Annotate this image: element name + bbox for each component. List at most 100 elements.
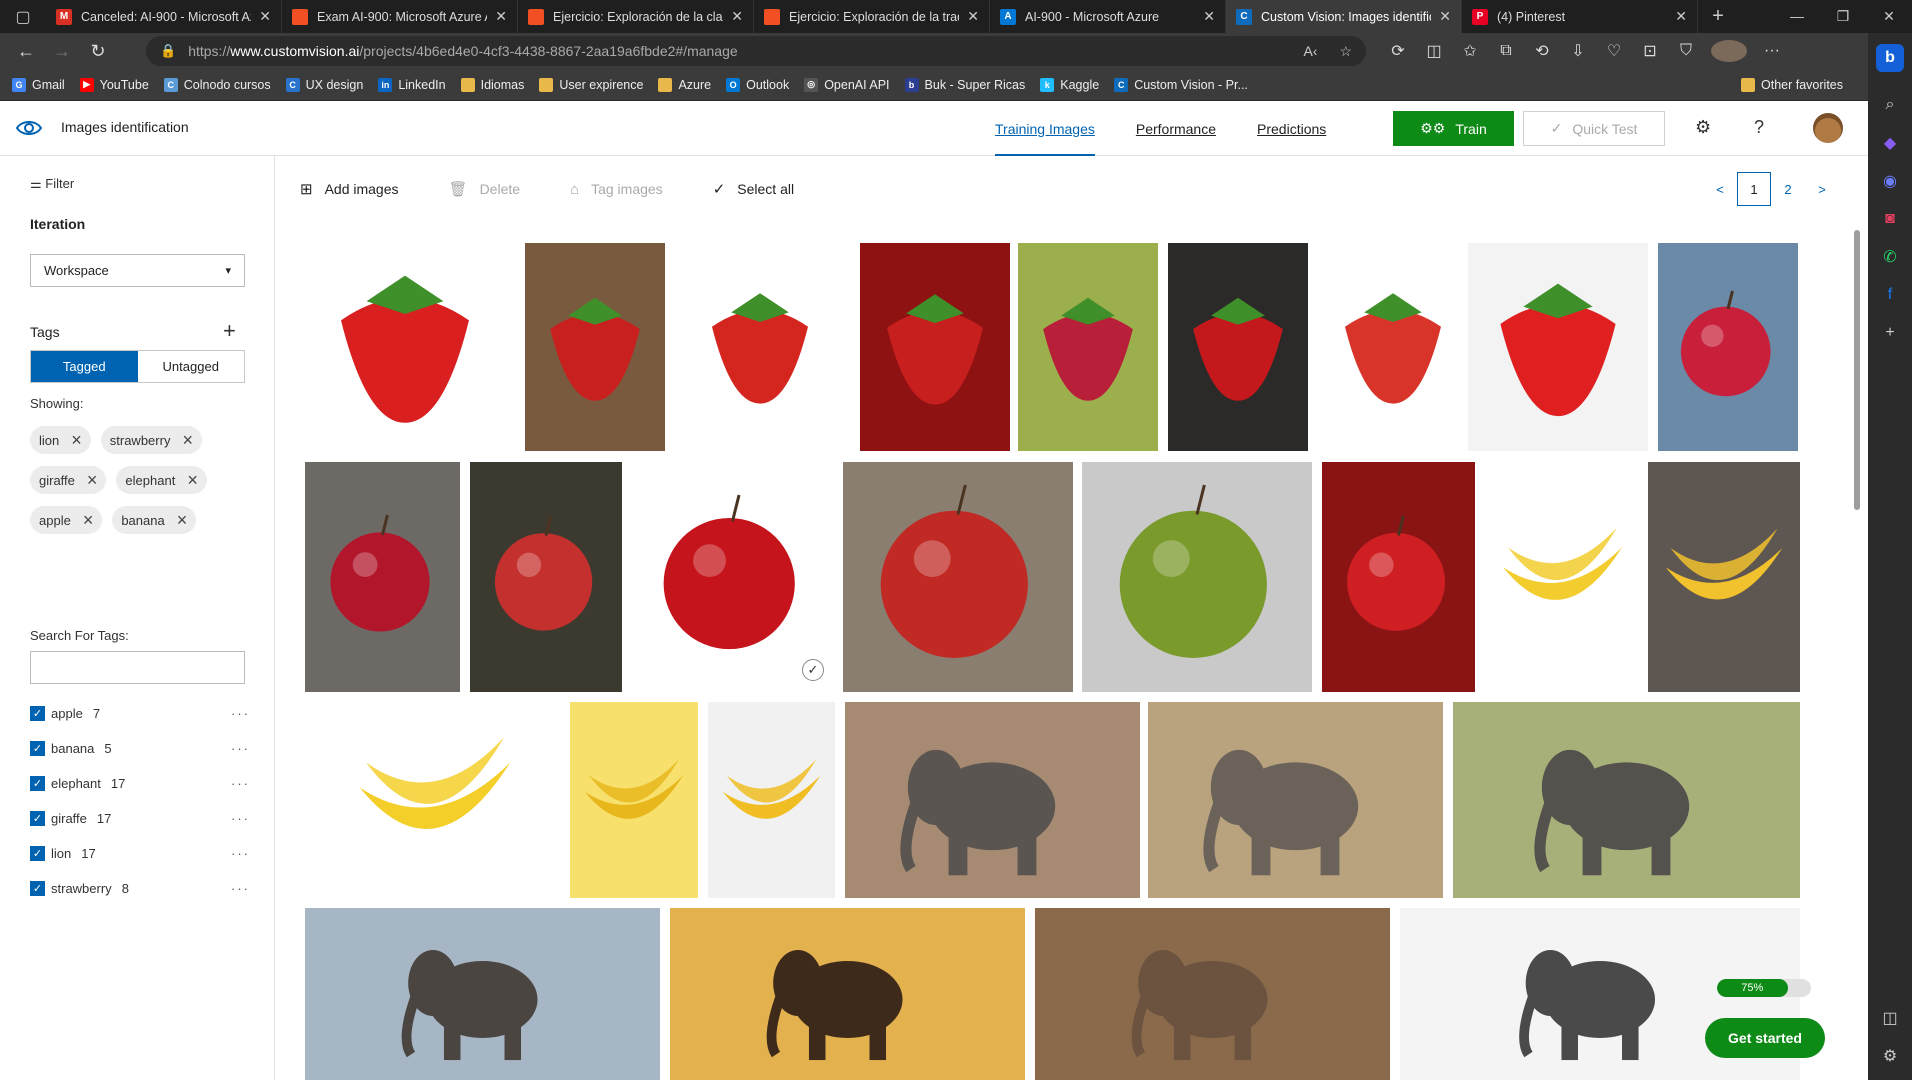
get-started-button[interactable]: Get started	[1705, 1018, 1825, 1058]
bookmark-item[interactable]: Idiomas	[460, 77, 524, 92]
extensions-icon[interactable]: ⟳	[1380, 41, 1416, 61]
browser-tab[interactable]: P (4) Pinterest ✕	[1462, 0, 1698, 33]
back-icon[interactable]: ←	[8, 41, 44, 62]
bookmark-other-favorites[interactable]: Other favorites	[1741, 77, 1843, 92]
close-window-icon[interactable]: ✕	[1866, 8, 1912, 25]
browser-tab[interactable]: Ejercicio: Exploración de la clasif ✕	[518, 0, 754, 33]
profile-avatar[interactable]	[1711, 40, 1747, 62]
minimize-icon[interactable]: —	[1774, 8, 1820, 25]
remove-tag-icon[interactable]: ×	[71, 430, 82, 451]
facebook-icon[interactable]: f	[1876, 281, 1904, 309]
page-button[interactable]: 2	[1771, 172, 1805, 206]
sidebar-add-icon[interactable]: +	[1876, 319, 1904, 347]
help-icon[interactable]: ?	[1754, 117, 1764, 138]
image-thumbnail-apple[interactable]	[305, 462, 460, 692]
tag-checkbox[interactable]: ✓	[30, 741, 45, 756]
select-all-button[interactable]: ✓ Select all	[713, 180, 794, 198]
image-thumbnail-strawberry[interactable]	[1468, 243, 1648, 451]
remove-tag-icon[interactable]: ×	[187, 470, 198, 491]
more-options-icon[interactable]: ···	[231, 706, 250, 721]
tag-row[interactable]: ✓ giraffe 17 ···	[30, 801, 250, 836]
remove-tag-icon[interactable]: ×	[83, 510, 94, 531]
image-thumbnail-apple[interactable]	[1658, 243, 1798, 451]
image-thumbnail-strawberry[interactable]	[1318, 241, 1468, 451]
tag-checkbox[interactable]: ✓	[30, 776, 45, 791]
tag-row[interactable]: ✓ elephant 17 ···	[30, 766, 250, 801]
page-button[interactable]: 1	[1737, 172, 1771, 206]
close-tab-icon[interactable]: ✕	[495, 8, 507, 25]
tab-actions-icon[interactable]: ▢	[0, 0, 46, 33]
new-tab-button[interactable]: +	[1698, 5, 1738, 28]
image-thumbnail-elephant[interactable]	[670, 908, 1025, 1080]
image-thumbnail-strawberry[interactable]	[1018, 243, 1158, 451]
image-thumbnail-elephant[interactable]	[845, 702, 1140, 898]
previous-page-button[interactable]: <	[1703, 172, 1737, 206]
tag-row[interactable]: ✓ apple 7 ···	[30, 696, 250, 731]
refresh-icon[interactable]: ↻	[80, 41, 116, 62]
nav-link-training-images[interactable]: Training Images	[995, 101, 1095, 156]
browser-tab[interactable]: A AI-900 - Microsoft Azure ✕	[990, 0, 1226, 33]
tag-row[interactable]: ✓ strawberry 8 ···	[30, 871, 250, 906]
more-options-icon[interactable]: ···	[231, 881, 250, 896]
remove-tag-icon[interactable]: ×	[177, 510, 188, 531]
image-thumbnail-apple[interactable]	[843, 462, 1073, 692]
tag-row[interactable]: ✓ lion 17 ···	[30, 836, 250, 871]
tag-checkbox[interactable]: ✓	[30, 881, 45, 896]
browser-tab[interactable]: Exam AI-900: Microsoft Azure AI ✕	[282, 0, 518, 33]
bookmark-item[interactable]: C Custom Vision - Pr...	[1114, 77, 1248, 92]
browser-tab[interactable]: M Canceled: AI-900 - Microsoft Azu ✕	[46, 0, 282, 33]
settings-gear-icon[interactable]: ⚙	[1695, 117, 1711, 138]
image-thumbnail-banana[interactable]	[1485, 462, 1640, 692]
tagged-tab[interactable]: Tagged	[31, 351, 138, 382]
quick-test-button[interactable]: ✓ Quick Test	[1523, 111, 1665, 146]
nav-link-performance[interactable]: Performance	[1136, 101, 1216, 156]
add-tag-icon[interactable]: +	[223, 318, 236, 344]
train-button[interactable]: ⚙⚙ Train	[1393, 111, 1514, 146]
image-thumbnail-strawberry[interactable]	[1168, 243, 1308, 451]
bookmark-item[interactable]: ◎ OpenAI API	[804, 77, 890, 92]
image-thumbnail-apple[interactable]: ✓	[630, 462, 835, 692]
forward-icon[interactable]: →	[44, 41, 80, 62]
image-thumbnail-strawberry[interactable]	[685, 241, 835, 451]
more-options-icon[interactable]: ···	[231, 741, 250, 756]
favorite-star-icon[interactable]: ☆	[1339, 43, 1352, 60]
address-bar[interactable]: 🔒 https://www.customvision.ai/projects/4…	[146, 36, 1366, 66]
url-text[interactable]: https://www.customvision.ai/projects/4b6…	[188, 43, 737, 59]
bing-copilot-icon[interactable]: b	[1876, 44, 1904, 72]
image-thumbnail-apple[interactable]	[1082, 462, 1312, 692]
whatsapp-icon[interactable]: ✆	[1876, 243, 1904, 271]
iteration-select[interactable]: Workspace ▾	[30, 254, 245, 287]
tag-images-button[interactable]: ⌂ Tag images	[570, 181, 663, 198]
add-images-button[interactable]: ⊞ Add images	[300, 180, 399, 198]
tag-checkbox[interactable]: ✓	[30, 706, 45, 721]
custom-vision-logo-icon[interactable]	[14, 115, 44, 141]
close-tab-icon[interactable]: ✕	[1203, 8, 1215, 25]
sidebar-search-icon[interactable]: ⌕	[1876, 91, 1904, 119]
downloads-icon[interactable]: ⇩	[1560, 41, 1596, 61]
tag-row[interactable]: ✓ banana 5 ···	[30, 731, 250, 766]
instagram-icon[interactable]: ◙	[1876, 205, 1904, 233]
bookmark-item[interactable]: User expirence	[539, 77, 643, 92]
close-tab-icon[interactable]: ✕	[1439, 8, 1451, 25]
collections-icon[interactable]: ⧉	[1488, 42, 1524, 60]
bookmark-item[interactable]: in LinkedIn	[378, 77, 446, 92]
image-thumbnail-banana[interactable]	[305, 702, 565, 898]
image-thumbnail-banana[interactable]	[708, 702, 835, 898]
selected-checkmark-icon[interactable]: ✓	[802, 659, 824, 681]
performance-icon[interactable]: ♡	[1596, 41, 1632, 61]
history-icon[interactable]: ⟲	[1524, 41, 1560, 61]
image-thumbnail-strawberry[interactable]	[305, 241, 505, 451]
split-screen-icon[interactable]: ◫	[1416, 41, 1452, 61]
delete-button[interactable]: 🗑 Delete	[449, 180, 521, 198]
messenger-icon[interactable]: ◉	[1876, 167, 1904, 195]
lock-icon[interactable]: 🔒	[160, 43, 176, 59]
page-scrollbar[interactable]	[1852, 218, 1862, 1080]
scrollbar-thumb[interactable]	[1854, 230, 1860, 510]
read-aloud-icon[interactable]: A‹	[1303, 43, 1317, 60]
more-options-icon[interactable]: ···	[231, 811, 250, 826]
bookmark-item[interactable]: b Buk - Super Ricas	[904, 77, 1025, 92]
close-tab-icon[interactable]: ✕	[731, 8, 743, 25]
close-tab-icon[interactable]: ✕	[967, 8, 979, 25]
restore-icon[interactable]: ❐	[1820, 8, 1866, 25]
filter-toggle[interactable]: ⚌ Filter	[30, 176, 74, 192]
